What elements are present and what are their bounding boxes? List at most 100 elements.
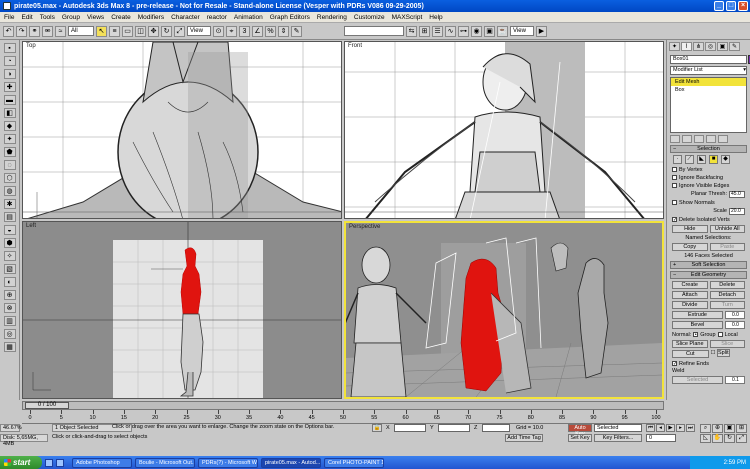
tool-icon-23[interactable]: ◎ bbox=[3, 329, 16, 339]
tool-icon-22[interactable]: ▥ bbox=[3, 316, 16, 326]
tool-icon-5[interactable]: ▬ bbox=[3, 95, 16, 105]
set-key-button[interactable]: Set Key bbox=[568, 434, 592, 442]
show-end-result-icon[interactable] bbox=[682, 135, 692, 143]
select-by-name-icon[interactable]: ≡ bbox=[109, 25, 120, 37]
task-word[interactable]: PDRs(?) - Microsoft W... bbox=[198, 457, 258, 468]
add-time-tag-button[interactable]: Add Time Tag bbox=[505, 434, 543, 442]
y-coordinate-field[interactable] bbox=[438, 424, 470, 432]
track-bar[interactable]: 0 5 10 15 20 25 30 35 40 45 50 55 60 65 70 75 80 85 90 95 10… bbox=[22, 410, 664, 424]
ignore-visible-edges-checkbox[interactable]: Ignore Visible Edges bbox=[672, 182, 745, 189]
bevel-spinner[interactable]: 0.0 bbox=[725, 321, 745, 329]
named-selection-sets-dropdown[interactable] bbox=[344, 26, 404, 36]
render-last-icon[interactable]: ▶ bbox=[536, 25, 547, 37]
next-frame-icon[interactable]: ▸ bbox=[676, 424, 685, 432]
split-checkbox[interactable]: ☐ Split bbox=[711, 349, 746, 358]
schematic-view-icon[interactable]: ⊶ bbox=[458, 25, 469, 37]
material-editor-icon[interactable]: ◉ bbox=[471, 25, 482, 37]
menu-customize[interactable]: Customize bbox=[354, 14, 385, 21]
tool-icon-14[interactable]: ▤ bbox=[3, 212, 16, 222]
unlink-icon[interactable]: ⚮ bbox=[42, 25, 53, 37]
tool-icon-13[interactable]: ✱ bbox=[3, 199, 16, 209]
undo-icon[interactable]: ↶ bbox=[3, 25, 14, 37]
go-to-start-icon[interactable]: ⏮ bbox=[646, 424, 655, 432]
menu-file[interactable]: File bbox=[4, 14, 14, 21]
modifier-list-dropdown[interactable]: Modifier List ▾ bbox=[670, 66, 747, 75]
tool-icon-2[interactable]: ◔ bbox=[3, 56, 16, 66]
reference-coord-dropdown[interactable]: View bbox=[187, 26, 211, 36]
tool-icon-7[interactable]: ◆ bbox=[3, 121, 16, 131]
create-button[interactable]: Create bbox=[672, 281, 708, 289]
display-tab-icon[interactable]: ▣ bbox=[717, 42, 728, 51]
quick-render-icon[interactable]: ☕ bbox=[497, 25, 508, 37]
viewport-label-left[interactable]: Left bbox=[26, 223, 36, 229]
weld-threshold-spinner[interactable]: 0.1 bbox=[725, 376, 745, 384]
key-filters-button[interactable]: Key Filters... bbox=[594, 434, 642, 442]
tool-icon-12[interactable]: ◍ bbox=[3, 186, 16, 196]
cut-button[interactable]: Cut bbox=[672, 350, 709, 358]
refine-ends-checkbox[interactable]: ✓ Refine Ends bbox=[672, 360, 745, 367]
align-icon[interactable]: ⊞ bbox=[419, 25, 430, 37]
menu-character[interactable]: Character bbox=[171, 14, 200, 21]
rect-selection-icon[interactable]: ▭ bbox=[122, 25, 133, 37]
tool-icon-16[interactable]: ⬢ bbox=[3, 238, 16, 248]
menu-graph-editors[interactable]: Graph Editors bbox=[270, 14, 310, 21]
maximize-icon[interactable]: □ bbox=[726, 1, 736, 11]
menu-rendering[interactable]: Rendering bbox=[317, 14, 347, 21]
z-coordinate-field[interactable] bbox=[482, 424, 510, 432]
element-icon[interactable]: ◆ bbox=[721, 155, 730, 164]
utilities-tab-icon[interactable]: ✎ bbox=[729, 42, 740, 51]
zoom-extents-icon[interactable]: ▣ bbox=[724, 424, 735, 433]
copy-button[interactable]: Copy bbox=[672, 243, 708, 251]
face-icon[interactable]: ◣ bbox=[697, 155, 706, 164]
tool-icon-10[interactable]: ◌ bbox=[3, 160, 16, 170]
named-selection-icon[interactable]: ✎ bbox=[291, 25, 302, 37]
manipulate-icon[interactable]: ⌖ bbox=[226, 25, 237, 37]
time-slider-thumb[interactable]: 0 / 100 bbox=[25, 402, 69, 409]
attach-button[interactable]: Attach bbox=[672, 291, 708, 299]
menu-edit[interactable]: Edit bbox=[21, 14, 32, 21]
redo-icon[interactable]: ↷ bbox=[16, 25, 27, 37]
menu-tools[interactable]: Tools bbox=[40, 14, 55, 21]
tool-icon-6[interactable]: ◧ bbox=[3, 108, 16, 118]
menu-animation[interactable]: Animation bbox=[234, 14, 263, 21]
menu-modifiers[interactable]: Modifiers bbox=[138, 14, 164, 21]
slice-button[interactable]: Slice bbox=[709, 340, 745, 348]
object-name-field[interactable]: Box01 bbox=[670, 55, 750, 64]
play-icon[interactable]: ▶ bbox=[666, 424, 675, 432]
angle-snap-icon[interactable]: ∠ bbox=[252, 25, 263, 37]
arc-rotate-icon[interactable]: ↻ bbox=[724, 434, 735, 443]
viewport-label-top[interactable]: Top bbox=[26, 43, 36, 49]
tool-icon-4[interactable]: ✚ bbox=[3, 82, 16, 92]
viewport-left[interactable]: Left bbox=[22, 221, 342, 399]
tool-icon-17[interactable]: ✧ bbox=[3, 251, 16, 261]
extrude-spinner[interactable]: 0.0 bbox=[725, 311, 745, 319]
tool-icon-11[interactable]: ⬡ bbox=[3, 173, 16, 183]
modify-tab-icon[interactable]: ⌇ bbox=[681, 42, 692, 51]
auto-key-button[interactable]: Auto Key bbox=[568, 424, 592, 437]
selection-rollout-header[interactable]: − Selection bbox=[670, 145, 747, 153]
selection-filter-dropdown[interactable]: All bbox=[68, 26, 94, 36]
task-outlook[interactable]: Boulie - Microsoft Out... bbox=[135, 457, 195, 468]
menu-maxscript[interactable]: MAXScript bbox=[392, 14, 423, 21]
mirror-icon[interactable]: ⇆ bbox=[406, 25, 417, 37]
detach-button[interactable]: Detach bbox=[709, 291, 745, 299]
turn-button[interactable]: Turn bbox=[709, 301, 745, 309]
key-mode-dropdown[interactable]: Selected bbox=[594, 424, 642, 432]
polygon-icon[interactable]: ■ bbox=[709, 155, 718, 164]
tool-icon-21[interactable]: ⊗ bbox=[3, 303, 16, 313]
bind-space-warp-icon[interactable]: ≈ bbox=[55, 25, 66, 37]
previous-frame-icon[interactable]: ◂ bbox=[656, 424, 665, 432]
edge-icon[interactable]: ⟋ bbox=[685, 155, 694, 164]
paste-button[interactable]: Paste bbox=[709, 243, 745, 251]
layer-manager-icon[interactable]: ☰ bbox=[432, 25, 443, 37]
hide-button[interactable]: Hide bbox=[672, 225, 708, 233]
link-icon[interactable]: ⚭ bbox=[29, 25, 40, 37]
select-scale-icon[interactable]: ⤢ bbox=[174, 25, 185, 37]
lock-selection-icon[interactable]: 🔒 bbox=[372, 424, 382, 432]
create-tab-icon[interactable]: ✦ bbox=[669, 42, 680, 51]
current-frame-field[interactable]: 0 bbox=[646, 434, 676, 442]
menu-reactor[interactable]: reactor bbox=[207, 14, 227, 21]
start-button[interactable]: start bbox=[0, 456, 42, 469]
pivot-center-icon[interactable]: ⊙ bbox=[213, 25, 224, 37]
viewport-perspective[interactable]: Perspective bbox=[344, 221, 664, 399]
